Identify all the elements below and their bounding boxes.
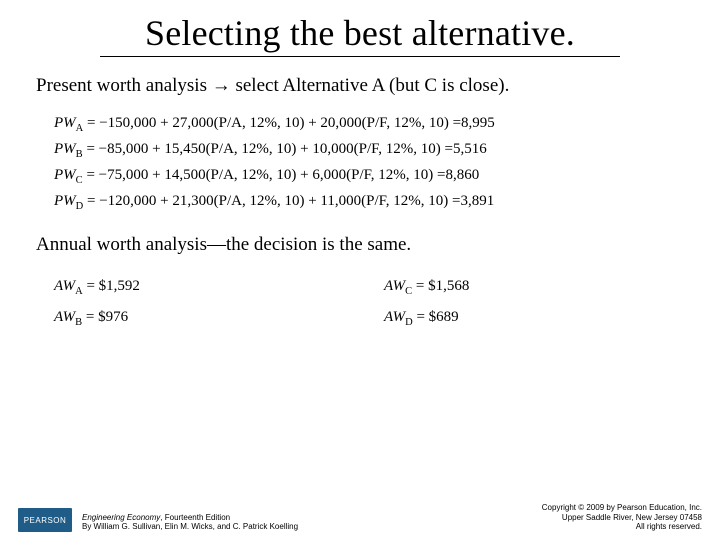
book-authors: By William G. Sullivan, Elin M. Wicks, a… — [82, 522, 298, 531]
aw-a-sub: A — [75, 286, 83, 297]
aw-c: AWC = $1,568 — [384, 278, 684, 297]
pw-a-expr: = −150,000 + 27,000(P/A, 12%, 10) + 20,0… — [83, 115, 461, 131]
aw-a-label: AW — [54, 278, 75, 294]
pw-d-result: 3,891 — [460, 193, 494, 209]
aw-d-label: AW — [384, 309, 405, 325]
pearson-logo: PEARSON — [18, 508, 72, 532]
book-credits: Engineering Economy, Fourteenth Edition … — [82, 513, 542, 532]
aw-d: AWD = $689 — [384, 309, 684, 328]
aw-b-eq: = $976 — [82, 309, 128, 325]
aw-equations: AWA = $1,592 AWC = $1,568 AWB = $976 AWD… — [54, 272, 684, 334]
pw-a: PWA = −150,000 + 27,000(P/A, 12%, 10) + … — [54, 115, 684, 134]
aw-a-eq: = $1,592 — [83, 278, 140, 294]
pw-d-expr: = −120,000 + 21,300(P/A, 12%, 10) + 11,0… — [83, 193, 460, 209]
aw-b-label: AW — [54, 309, 75, 325]
pw-b-result: 5,516 — [453, 141, 487, 157]
pw-c-expr: = −75,000 + 14,500(P/A, 12%, 10) + 6,000… — [83, 167, 446, 183]
pw-b-sub: B — [76, 149, 83, 160]
pw-c: PWC = −75,000 + 14,500(P/A, 12%, 10) + 6… — [54, 167, 684, 186]
pw-b-expr: = −85,000 + 15,450(P/A, 12%, 10) + 10,00… — [83, 141, 453, 157]
pw-a-result: 8,995 — [461, 115, 495, 131]
pw-a-label: PW — [54, 115, 76, 131]
pw-c-sub: C — [76, 175, 83, 186]
footer: PEARSON Engineering Economy, Fourteenth … — [0, 503, 720, 532]
intro-present-worth: Present worth analysis → select Alternat… — [36, 75, 684, 97]
pw-d: PWD = −120,000 + 21,300(P/A, 12%, 10) + … — [54, 193, 684, 212]
aw-c-eq: = $1,568 — [412, 278, 469, 294]
copyright-text: Copyright © 2009 by Pearson Education, I… — [542, 503, 702, 532]
intro-annual-worth: Annual worth analysis—the decision is th… — [36, 234, 684, 256]
pw-c-result: 8,860 — [445, 167, 479, 183]
pw-b-label: PW — [54, 141, 76, 157]
aw-c-label: AW — [384, 278, 405, 294]
slide: Selecting the best alternative. Present … — [0, 0, 720, 540]
pw-equations: PWA = −150,000 + 27,000(P/A, 12%, 10) + … — [54, 115, 684, 212]
pw-d-label: PW — [54, 193, 76, 209]
aw-d-sub: D — [405, 317, 413, 328]
aw-a: AWA = $1,592 — [54, 278, 354, 297]
aw-b: AWB = $976 — [54, 309, 354, 328]
aw-d-eq: = $689 — [413, 309, 459, 325]
book-edition: , Fourteenth Edition — [160, 513, 230, 522]
slide-title: Selecting the best alternative. — [100, 10, 620, 57]
pw-b: PWB = −85,000 + 15,450(P/A, 12%, 10) + 1… — [54, 141, 684, 160]
book-title: Engineering Economy — [82, 513, 160, 522]
pw-c-label: PW — [54, 167, 76, 183]
